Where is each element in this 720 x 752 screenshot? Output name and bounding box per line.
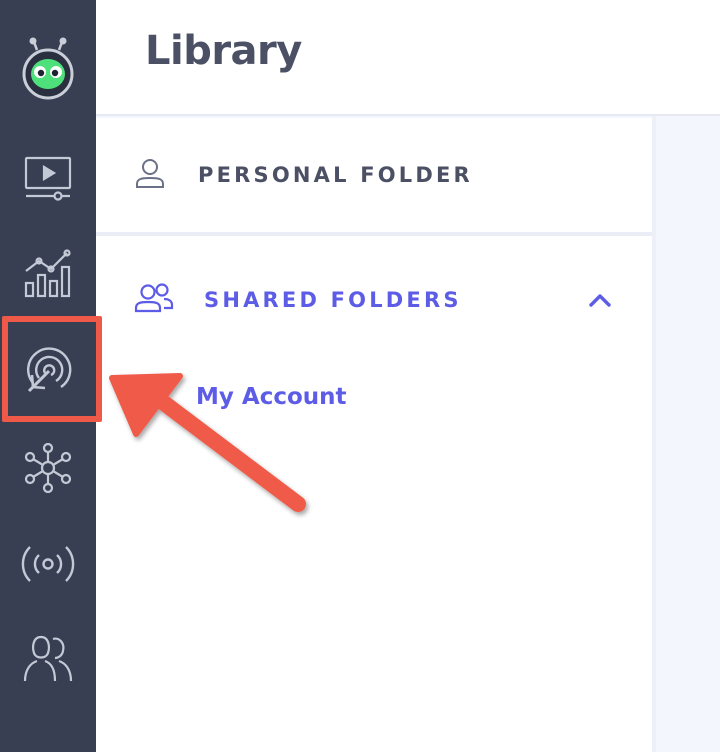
page-title: Library	[145, 28, 302, 74]
analytics-chart-icon[interactable]	[0, 246, 96, 302]
shared-folders-label: SHARED FOLDERS	[204, 288, 462, 312]
shared-folders-row[interactable]: SHARED FOLDERS	[96, 240, 652, 360]
chevron-up-icon[interactable]	[588, 290, 612, 314]
annotation-highlight-box	[2, 316, 102, 422]
panel-divider	[652, 116, 656, 752]
robot-logo-icon[interactable]	[0, 34, 96, 104]
personal-folder-row[interactable]: PERSONAL FOLDER	[96, 118, 652, 236]
folder-panel: PERSONAL FOLDER SHARED FOLDERS My Accoun…	[96, 118, 652, 752]
users-icon	[134, 282, 174, 318]
video-player-icon[interactable]	[0, 150, 96, 206]
network-nodes-icon[interactable]	[0, 440, 96, 496]
team-users-icon[interactable]	[0, 630, 96, 686]
personal-folder-label: PERSONAL FOLDER	[198, 163, 473, 187]
user-icon	[134, 157, 166, 193]
broadcast-icon[interactable]	[0, 536, 96, 592]
page-header: Library	[96, 0, 720, 116]
shared-folder-item[interactable]: My Account	[196, 384, 347, 410]
